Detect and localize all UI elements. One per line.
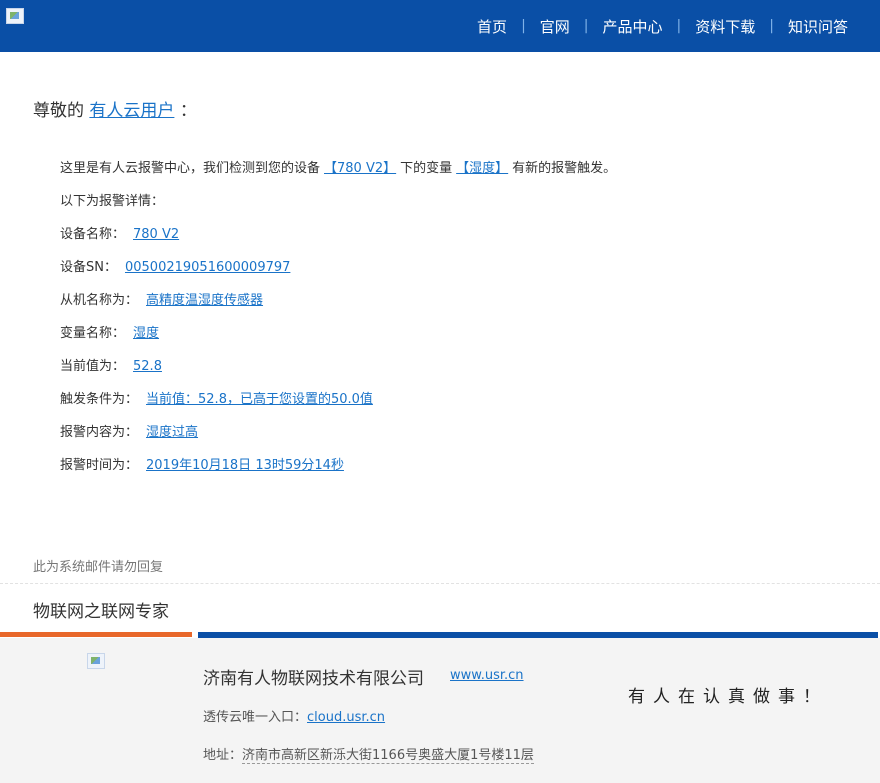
address-value: 济南市高新区新泺大街1166号奥盛大厦1号楼11层 <box>242 748 534 764</box>
detail-value-link[interactable]: 湿度 <box>133 326 159 341</box>
header-bar: 首页 | 官网 | 产品中心 | 资料下载 | 知识问答 <box>0 0 880 52</box>
greeting-suffix: ： <box>179 101 197 121</box>
address-label: 地址： <box>203 748 243 763</box>
entry-label: 透传云唯一入口： <box>203 710 308 725</box>
intro-text: 下的变量 <box>400 161 453 176</box>
device-link[interactable]: 【780 V2】 <box>324 161 396 176</box>
detail-value-link[interactable]: 2019年10月18日 13时59分14秒 <box>146 458 344 473</box>
cloud-link[interactable]: cloud.usr.cn <box>307 710 385 725</box>
nav-home-link[interactable]: 首页 <box>463 16 521 37</box>
dashed-divider <box>0 583 880 584</box>
details-heading: 以下为报警详情： <box>60 194 165 209</box>
detail-label: 变量名称： <box>60 326 126 341</box>
detail-row-alarm-content: 报警内容为： 湿度过高 <box>60 423 616 456</box>
intro-text: 这里是有人云报警中心，我们检测到您的设备 <box>60 161 321 176</box>
greeting-prefix: 尊敬的 <box>33 101 84 121</box>
orange-accent-bar <box>0 632 192 637</box>
detail-label: 当前值为： <box>60 359 126 374</box>
detail-row-trigger-condition: 触发条件为： 当前值：52.8，已高于您设置的50.0值 <box>60 390 616 423</box>
detail-row-alarm-time: 报警时间为： 2019年10月18日 13时59分14秒 <box>60 456 616 489</box>
broken-image-icon <box>6 8 24 24</box>
detail-row-device-sn: 设备SN： 00500219051600009797 <box>60 258 616 291</box>
detail-value-link[interactable]: 780 V2 <box>133 227 179 242</box>
broken-image-icon <box>87 653 105 669</box>
detail-label: 触发条件为： <box>60 392 139 407</box>
alert-details: 这里是有人云报警中心，我们检测到您的设备 【780 V2】 下的变量 【湿度】 有新的报… <box>60 159 616 489</box>
detail-value-link[interactable]: 52.8 <box>133 359 162 374</box>
detail-value-link[interactable]: 湿度过高 <box>146 425 198 440</box>
detail-label: 报警内容为： <box>60 425 139 440</box>
cloud-entry: 透传云唯一入口：cloud.usr.cn <box>203 706 385 725</box>
detail-label: 报警时间为： <box>60 458 139 473</box>
detail-row-device-name: 设备名称： 780 V2 <box>60 225 616 258</box>
greeting: 尊敬的 有人云用户 ： <box>33 96 197 121</box>
detail-value-link[interactable]: 00500219051600009797 <box>125 260 290 275</box>
tagline: 物联网之联网专家 <box>33 602 169 622</box>
detail-label: 设备SN： <box>60 260 117 275</box>
user-link[interactable]: 有人云用户 <box>89 101 174 121</box>
intro-text: 有新的报警触发。 <box>512 161 617 176</box>
footer: 济南有人物联网技术有限公司 www.usr.cn 透传云唯一入口：cloud.u… <box>0 638 880 783</box>
detail-label: 从机名称为： <box>60 293 139 308</box>
nav-products-link[interactable]: 产品中心 <box>589 16 677 37</box>
top-nav: 首页 | 官网 | 产品中心 | 资料下载 | 知识问答 <box>463 0 862 52</box>
detail-value-link[interactable]: 当前值：52.8，已高于您设置的50.0值 <box>146 392 373 407</box>
variable-link[interactable]: 【湿度】 <box>456 161 508 176</box>
slogan: 有人在认真做事！ <box>628 687 828 707</box>
company-name: 济南有人物联网技术有限公司 <box>203 669 424 689</box>
nav-downloads-link[interactable]: 资料下载 <box>681 16 769 37</box>
detail-row-variable-name: 变量名称： 湿度 <box>60 324 616 357</box>
system-mail-note: 此为系统邮件请勿回复 <box>33 560 164 575</box>
detail-row-slave-name: 从机名称为： 高精度温湿度传感器 <box>60 291 616 324</box>
nav-official-site-link[interactable]: 官网 <box>526 16 584 37</box>
detail-label: 设备名称： <box>60 227 126 242</box>
intro-line: 这里是有人云报警中心，我们检测到您的设备 【780 V2】 下的变量 【湿度】 有新的报… <box>60 159 616 192</box>
address: 地址：济南市高新区新泺大街1166号奥盛大厦1号楼11层 <box>203 744 534 764</box>
website-link[interactable]: www.usr.cn <box>450 668 524 683</box>
detail-row-current-value: 当前值为： 52.8 <box>60 357 616 390</box>
nav-faq-link[interactable]: 知识问答 <box>774 16 862 37</box>
detail-value-link[interactable]: 高精度温湿度传感器 <box>146 293 263 308</box>
